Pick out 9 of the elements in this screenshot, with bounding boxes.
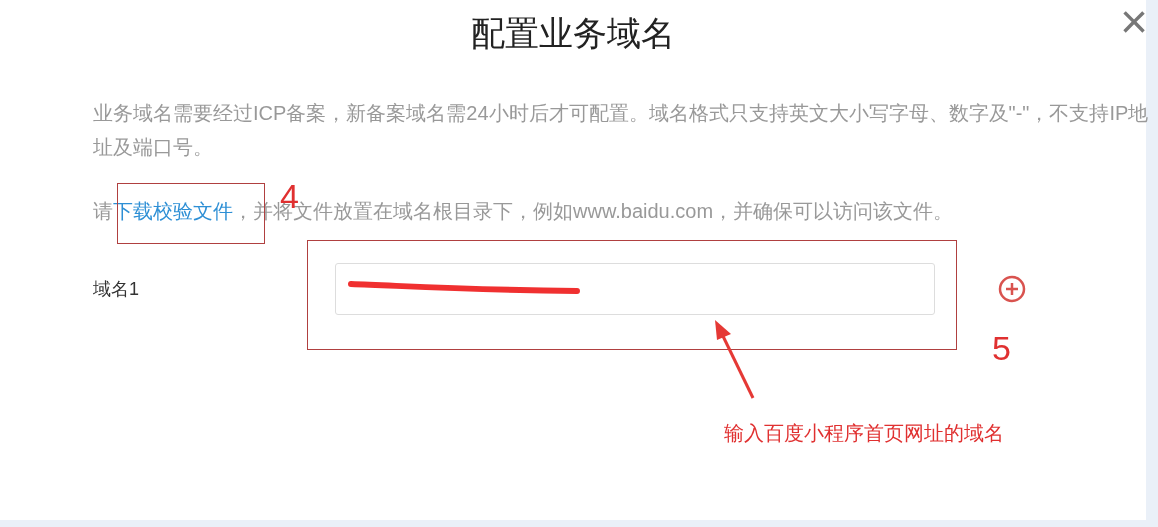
add-icon[interactable]: [998, 275, 1026, 303]
domain-input-field[interactable]: [335, 263, 935, 315]
step-number: 5: [992, 328, 1011, 368]
notice-text: 业务域名需要经过ICP备案，新备案域名需24小时后才可配置。域名格式只支持英文大小写字母、数字及"-"，不支持IP地址及端口号。: [93, 101, 1150, 160]
field-label: 域名1: [93, 278, 140, 301]
instruction-text: 请: [93, 200, 113, 222]
annotation-note: 输入百度小程序首页网址的域名: [724, 421, 1004, 446]
dialog-title: 配置业务域名: [471, 13, 675, 54]
close-button[interactable]: ×: [1119, 0, 1148, 52]
